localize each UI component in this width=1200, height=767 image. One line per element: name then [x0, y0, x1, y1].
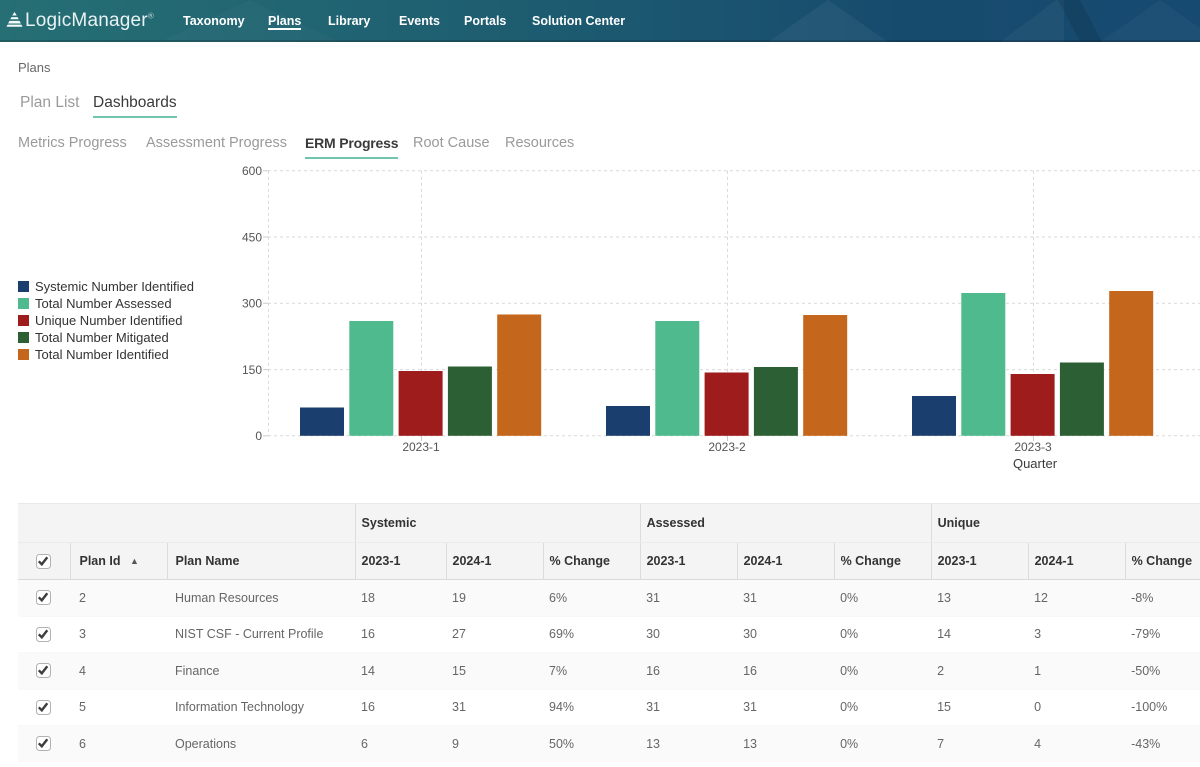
svg-text:2023-2: 2023-2	[708, 440, 746, 454]
svg-text:Quarter: Quarter	[1013, 456, 1058, 471]
svg-text:0: 0	[255, 429, 262, 443]
svg-text:2023-3: 2023-3	[1014, 440, 1052, 454]
svg-text:300: 300	[242, 297, 262, 311]
svg-text:600: 600	[242, 164, 262, 178]
svg-text:2023-1: 2023-1	[402, 440, 440, 454]
svg-text:150: 150	[242, 363, 262, 377]
svg-text:450: 450	[242, 230, 262, 244]
